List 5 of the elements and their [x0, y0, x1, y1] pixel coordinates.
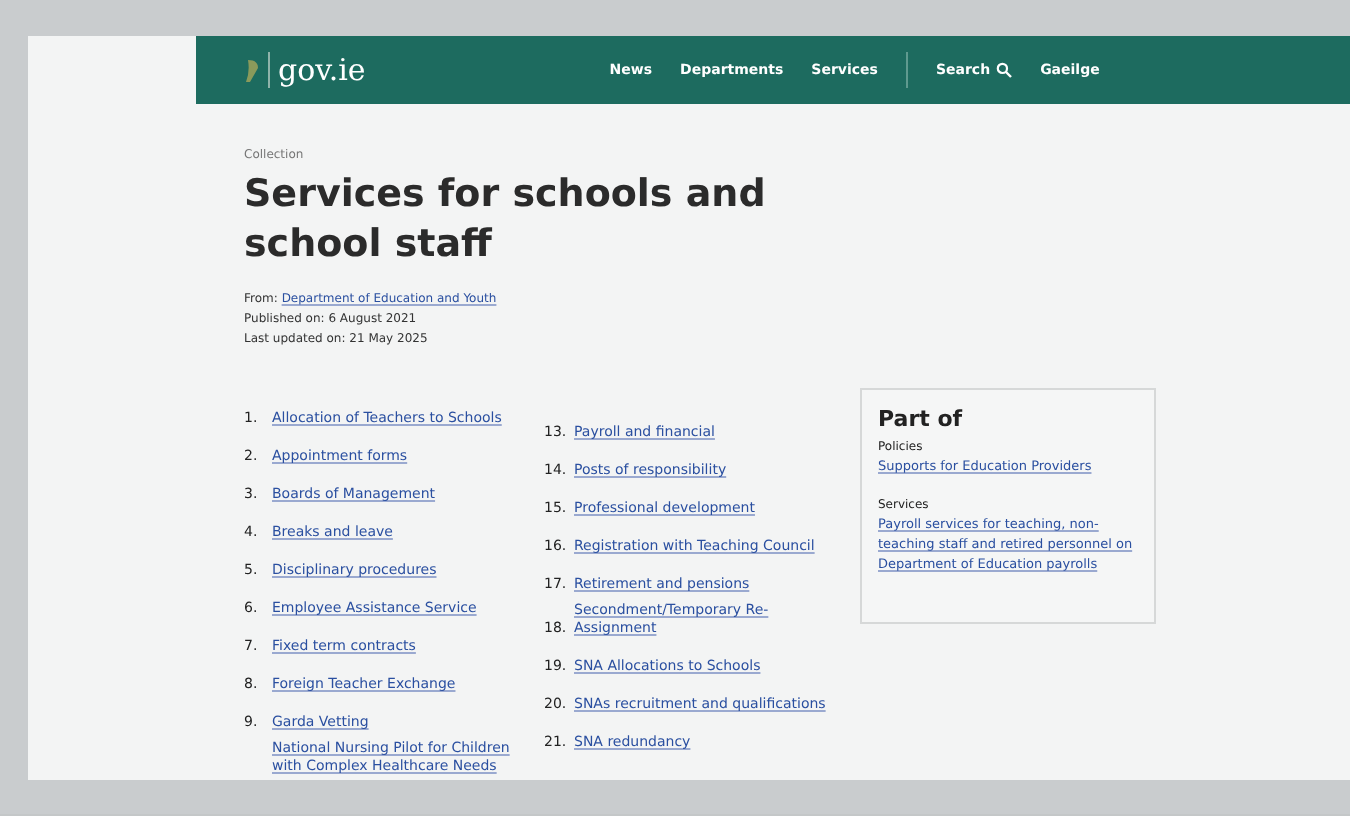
search-icon: [996, 62, 1013, 78]
logo-text[interactable]: gov.ie: [268, 52, 366, 88]
panel-title: Part of: [878, 406, 965, 432]
harp-icon: [244, 57, 260, 83]
page-title: Services for schools and school staff: [244, 170, 768, 270]
